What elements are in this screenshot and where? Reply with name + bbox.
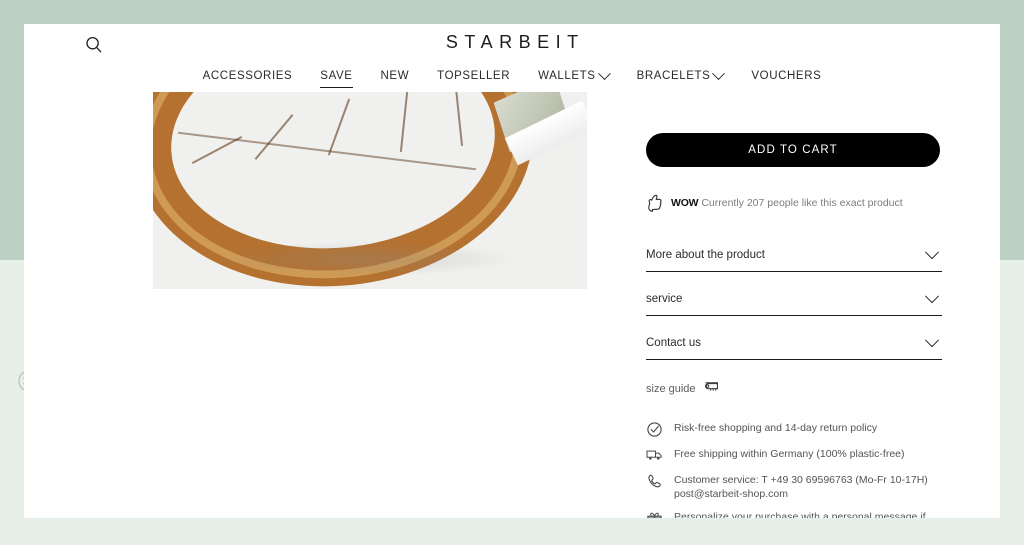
page-background-left-strip [0,0,24,260]
product-accordion: More about the product service Contact u… [646,239,942,360]
nav-item-topseller[interactable]: TOPSELLER [423,68,524,84]
main-nav: ACCESSORIES SAVE NEW TOPSELLER WALLETS B… [24,66,1000,88]
nav-label: SAVE [320,68,353,88]
chevron-down-icon [924,333,940,348]
nav-label: TOPSELLER [437,70,511,82]
benefit-item: Personalize your purchase with a persona… [646,510,942,518]
benefit-text-line: Personalize your purchase with a persona… [674,511,926,518]
accordion-service[interactable]: service [646,283,942,316]
page-frame: STARBEIT ACCESSORIES SAVE NEW TOPSELLER … [0,0,1024,545]
benefit-text: Free shipping within Germany (100% plast… [674,448,905,460]
nav-item-new[interactable]: NEW [367,68,424,84]
chevron-down-icon [712,66,726,80]
truck-icon [646,447,663,464]
benefit-text-line: post@starbeit-shop.com [674,487,788,500]
nav-label: WALLETS [538,70,596,82]
browser-content: STARBEIT ACCESSORIES SAVE NEW TOPSELLER … [24,24,1000,518]
product-gallery[interactable] [153,92,587,289]
nav-item-vouchers[interactable]: VOUCHERS [737,68,835,84]
nav-item-accessories[interactable]: ACCESSORIES [189,68,307,84]
accordion-contact-us[interactable]: Contact us [646,327,942,360]
nav-item-bracelets[interactable]: BRACELETS [623,66,738,84]
gift-icon [646,510,663,518]
nav-label: VOUCHERS [751,70,822,82]
nav-label: ACCESSORIES [202,70,293,82]
accordion-label: More about the product [646,249,765,261]
size-guide-label: size guide [646,382,696,395]
page-background-right-strip [1000,0,1024,260]
add-to-cart-button[interactable]: ADD TO CART [646,133,940,167]
benefit-item: Customer service: T +49 30 69596763 (Mo-… [646,473,942,501]
size-guide-link[interactable]: size guide [646,381,942,396]
product-area: ADD TO CART WOW Currently 207 people lik… [24,92,1000,518]
benefit-item: Free shipping within Germany (100% plast… [646,447,942,464]
chevron-down-icon [924,245,940,260]
phone-icon [646,473,663,490]
social-proof-message: Currently 207 people like this exact pro… [701,197,903,209]
chevron-down-icon [597,66,611,80]
product-shadow [213,242,513,276]
social-proof: WOW Currently 207 people like this exact… [646,193,942,213]
chevron-down-icon [924,289,940,304]
brand-logo[interactable]: STARBEIT [24,32,1000,53]
product-photo [153,92,587,289]
thumbs-up-icon [646,193,664,213]
social-proof-text: WOW Currently 207 people like this exact… [671,196,903,210]
nav-item-wallets[interactable]: WALLETS [524,66,622,84]
accordion-label: service [646,293,683,305]
check-circle-icon [646,421,663,438]
accordion-more-about-the-product[interactable]: More about the product [646,239,942,272]
product-info-column: ADD TO CART WOW Currently 207 people lik… [646,92,942,518]
benefit-text: Risk-free shopping and 14-day return pol… [674,422,878,434]
benefit-text-line: Customer service: T +49 30 69596763 (Mo-… [674,474,928,486]
benefit-text: Customer service: T +49 30 69596763 (Mo-… [674,473,928,501]
benefits-list: Risk-free shopping and 14-day return pol… [646,421,942,518]
nav-label: BRACELETS [636,70,711,82]
nav-label: NEW [380,70,410,82]
site-header: STARBEIT ACCESSORIES SAVE NEW TOPSELLER … [24,24,1000,92]
nav-item-save[interactable]: SAVE [306,68,366,88]
benefit-text: Personalize your purchase with a persona… [674,510,942,518]
social-proof-badge: WOW [671,197,699,209]
measuring-tape-icon [703,381,720,396]
accordion-label: Contact us [646,337,701,349]
benefit-item: Risk-free shopping and 14-day return pol… [646,421,942,438]
